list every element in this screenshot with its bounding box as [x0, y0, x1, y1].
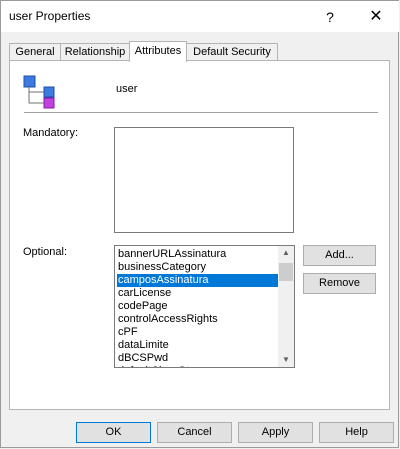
close-button[interactable]: ✕	[361, 5, 391, 29]
object-name: user	[116, 83, 138, 95]
list-item[interactable]: dataLimite	[117, 339, 278, 352]
list-item[interactable]: carLicense	[117, 287, 278, 300]
scroll-down-icon[interactable]: ▼	[278, 353, 294, 367]
mandatory-list[interactable]	[114, 127, 294, 233]
mandatory-label: Mandatory:	[23, 127, 79, 139]
add-button[interactable]: Add...	[303, 245, 376, 266]
class-hierarchy-icon	[23, 75, 55, 109]
separator	[24, 112, 378, 113]
optional-label: Optional:	[23, 246, 68, 258]
help-title-button[interactable]: ?	[315, 5, 345, 29]
list-item[interactable]: businessCategory	[117, 261, 278, 274]
tab-general[interactable]: General	[9, 43, 61, 60]
list-item-selected[interactable]: camposAssinatura	[117, 274, 278, 287]
remove-button[interactable]: Remove	[303, 273, 376, 294]
ok-button[interactable]: OK	[76, 422, 151, 443]
title-bar: user Properties ? ✕	[1, 1, 399, 32]
vertical-scrollbar[interactable]: ▲ ▼	[278, 246, 294, 367]
list-item[interactable]: dBCSPwd	[117, 352, 278, 365]
tab-default-security[interactable]: Default Security	[186, 43, 278, 60]
list-item[interactable]: defaultClassStore	[117, 365, 278, 367]
apply-button[interactable]: Apply	[238, 422, 313, 443]
scroll-thumb[interactable]	[279, 263, 293, 281]
help-button[interactable]: Help	[319, 422, 394, 443]
list-item[interactable]: bannerURLAssinatura	[117, 248, 278, 261]
scroll-up-icon[interactable]: ▲	[278, 246, 294, 260]
properties-window: user Properties ? ✕ General Relationship…	[0, 0, 399, 448]
optional-list[interactable]: bannerURLAssinatura businessCategory cam…	[114, 245, 295, 368]
attributes-panel: user Mandatory: Optional: bannerURLAssin…	[9, 60, 390, 410]
window-title: user Properties	[9, 9, 91, 23]
cancel-button[interactable]: Cancel	[157, 422, 232, 443]
tab-relationship[interactable]: Relationship	[60, 43, 130, 60]
list-item[interactable]: cPF	[117, 326, 278, 339]
list-item[interactable]: codePage	[117, 300, 278, 313]
tab-attributes[interactable]: Attributes	[129, 41, 187, 62]
list-item[interactable]: controlAccessRights	[117, 313, 278, 326]
